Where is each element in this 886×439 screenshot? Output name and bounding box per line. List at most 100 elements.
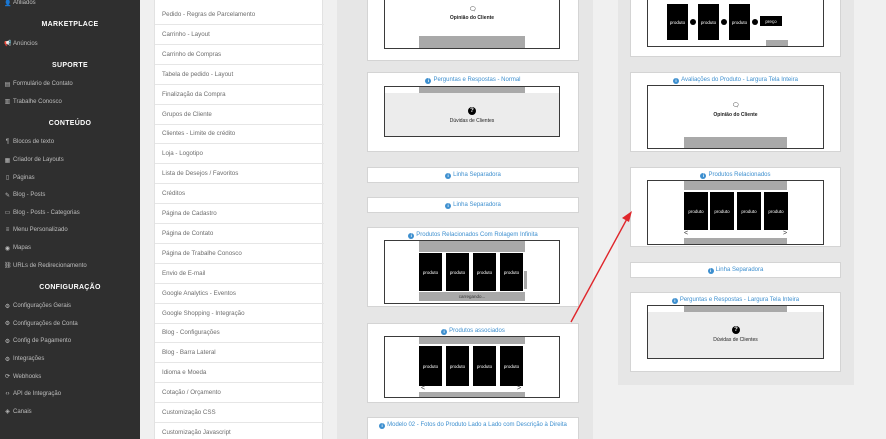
sidebar-item[interactable]: ◉ Mapas [0, 240, 140, 256]
page-list-item[interactable]: Página de Cadastro [155, 204, 324, 224]
layout-column-right: produto produto produto preço i Avaliaçõe… [618, 0, 854, 385]
sidebar-section-heading: CONFIGURAÇÃO [39, 283, 101, 291]
page-list-item[interactable]: Blog - Barra Lateral [155, 343, 324, 364]
sidebar-item[interactable]: ‹› API de Integração [0, 386, 140, 402]
layout-block-questions-fullwidth[interactable]: i Perguntas e Respostas - Largura Tela In… [630, 292, 841, 372]
page-list-item[interactable]: Cotação / Orçamento [155, 383, 324, 404]
page-list-item[interactable]: Customização CSS [155, 403, 324, 423]
question-icon: ? [732, 326, 740, 334]
page-list-item-label: Idioma e Moeda [162, 369, 207, 377]
info-icon: i [441, 328, 448, 335]
sidebar-item[interactable]: 📢 Anúncios [0, 36, 140, 52]
layout-block-questions-normal[interactable]: i Perguntas e Respostas - Normal ? Dúvida… [367, 72, 579, 152]
sidebar-item[interactable]: ⚙ Configurações de Conta [0, 316, 140, 332]
page-list-item[interactable]: Blog - Configurações [155, 323, 324, 344]
page-list-item-label: Carrinho - Layout [162, 30, 210, 38]
block-title: Avaliações do Produto - Largura Tela Int… [681, 77, 798, 83]
sidebar-item[interactable]: ¶ Blocos de texto [0, 134, 140, 150]
block-preview: produto produto produto produto < > [384, 336, 560, 398]
sidebar-item[interactable]: ▥ Trabalhe Conosco [0, 94, 140, 110]
block-preview: produto produto produto produto carregan… [384, 240, 560, 304]
page-list-item-label: Google Analytics - Eventos [162, 289, 236, 297]
layout-block-related-infinite[interactable]: i Produtos Relacionados Com Rolagem Infin… [367, 227, 579, 307]
page-list-item[interactable]: Idioma e Moeda [155, 363, 324, 384]
page-list-item[interactable]: Finalização da Compra [155, 85, 324, 105]
page-list-item[interactable]: Google Shopping - Integração [155, 304, 324, 324]
sidebar-section-heading: SUPORTE [52, 61, 88, 69]
sidebar-section-heading: CONTEÚDO [48, 119, 92, 127]
block-title: Produtos Relacionados [708, 172, 771, 178]
webhook-icon: ⟳ [4, 374, 11, 381]
page-list-item-label: Cotação / Orçamento [162, 389, 221, 397]
page-list-item[interactable]: Lista de Desejos / Favoritos [155, 164, 324, 185]
page-list-item[interactable]: Tabela de pedido - Layout [155, 65, 324, 85]
sidebar-item[interactable]: ≡ Menu Personalizado [0, 222, 140, 238]
block-caption: Dúvidas de Clientes [713, 337, 758, 343]
preview-bar [684, 137, 787, 148]
product-tile: produto [667, 4, 688, 40]
question-icon: ? [468, 107, 476, 115]
layout-block-separator[interactable]: i Linha Separadora [630, 262, 841, 278]
page-list-item[interactable]: Página de Contato [155, 224, 324, 244]
sidebar-item[interactable]: ⚙ Config de Pagamento [0, 333, 140, 349]
page-list-item[interactable]: Loja - Logotipo [155, 144, 324, 165]
page-list-item-label: Customização Javascript [162, 428, 231, 436]
layout-block-model-02[interactable]: i Modelo 02 - Fotos do Produto Lado a Lad… [367, 417, 579, 439]
page-list-item[interactable]: Pedido - Regras de Parcelamento [155, 5, 324, 25]
channel-icon: ◈ [5, 409, 10, 416]
page-list-item[interactable]: Carrinho de Compras [155, 45, 324, 65]
info-icon: i [425, 77, 432, 84]
page-list-item[interactable]: Grupos de Cliente [155, 105, 324, 125]
sidebar-item[interactable]: ⚙ Integrações [0, 351, 140, 367]
page-icon: ▯ [5, 175, 10, 182]
sidebar-item[interactable]: ✎ Blog - Posts [0, 187, 140, 203]
product-tile: produto [473, 253, 496, 291]
sidebar-item[interactable]: ⟳ Webhooks [0, 369, 140, 385]
page-list-item[interactable]: Clientes - Limite de crédito [155, 124, 324, 145]
layout-block-separator[interactable]: i Linha Separadora [367, 197, 579, 213]
sidebar-item[interactable]: ▯ Páginas [0, 170, 140, 186]
preview-area [385, 93, 559, 136]
page-list-item[interactable]: Google Analytics - Eventos [155, 284, 324, 304]
block-caption: Opinião do Cliente [449, 15, 495, 21]
chevron-left-icon: < [421, 385, 426, 392]
user-icon: 👤 [4, 0, 12, 7]
sidebar-item[interactable]: ▦ Criador de Layouts [0, 152, 140, 168]
layout-icon: ▦ [4, 157, 11, 164]
text-icon: ¶ [5, 139, 10, 146]
sidebar-item-label: Webhooks [13, 373, 42, 380]
sidebar-item-label: Canais [13, 408, 32, 415]
page-list-item[interactable]: Envio de E-mail [155, 264, 324, 284]
block-title: Perguntas e Respostas - Largura Tela Int… [679, 297, 800, 303]
layout-block-separator[interactable]: i Linha Separadora [367, 167, 579, 183]
layout-block-reviews[interactable]: 🗨 Opinião do Cliente [367, 0, 579, 61]
page-list-item[interactable]: Página de Trabalhe Conosco [155, 244, 324, 264]
product-tile: produto [737, 192, 761, 230]
plus-icon [690, 19, 696, 25]
sidebar-item[interactable]: 👤 Afiliados [0, 0, 140, 11]
page-list-item[interactable]: Carrinho - Layout [155, 25, 324, 45]
layout-block-related-products[interactable]: i Produtos Relacionados produto produto p… [630, 167, 841, 247]
block-caption: Opinião do Cliente [713, 112, 758, 118]
info-icon: i [445, 202, 452, 209]
block-preview: 🗨 Opinião do Cliente [384, 0, 560, 49]
sidebar-item[interactable]: ▭ Blog - Posts - Categorias [0, 205, 140, 221]
layout-block-reviews-fullwidth[interactable]: i Avaliações do Produto - Largura Tela In… [630, 72, 841, 152]
page-list-item[interactable]: Customização Javascript [155, 423, 324, 439]
sidebar-item[interactable]: ▤ Formulário de Contato [0, 76, 140, 92]
sidebar-item-label: Anúncios [13, 40, 38, 47]
page-list-item-label: Grupos de Cliente [162, 110, 212, 118]
preview-bar [419, 241, 525, 252]
sidebar-item[interactable]: ⚙ Configurações Gerais [0, 298, 140, 314]
megaphone-icon: 📢 [4, 41, 12, 48]
preview-bar [419, 36, 525, 48]
page-list-item-label: Blog - Configurações [162, 329, 220, 337]
preview-bar [766, 40, 788, 46]
sidebar-item-label: Formulário de Contato [13, 81, 73, 88]
page-list-item[interactable]: Créditos [155, 184, 324, 205]
layout-block-products-with-price[interactable]: produto produto produto preço [630, 0, 841, 57]
load-more-button: carregando... [419, 292, 525, 301]
sidebar-item[interactable]: ◈ Canais [0, 404, 140, 420]
layout-block-associated-products[interactable]: i Produtos associados produto produto pro… [367, 323, 579, 403]
sidebar-item[interactable]: ⛓ URLs de Redirecionamento [0, 258, 140, 274]
